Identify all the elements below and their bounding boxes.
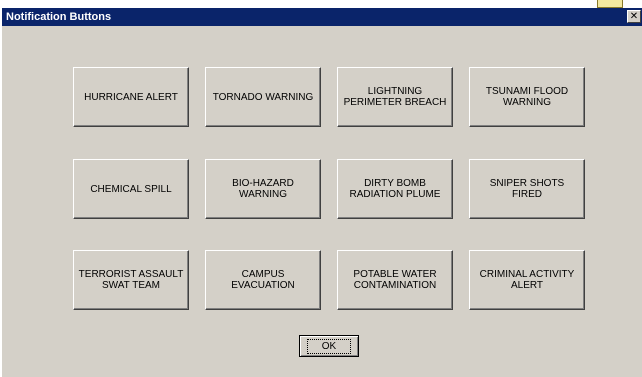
chemical-spill-button[interactable]: CHEMICAL SPILL [73, 159, 189, 219]
hurricane-alert-button[interactable]: HURRICANE ALERT [73, 67, 189, 127]
ok-button[interactable]: OK [299, 335, 359, 357]
title-bar[interactable]: Notification Buttons ✕ [2, 8, 642, 26]
close-button[interactable]: ✕ [627, 10, 641, 23]
tornado-warning-button[interactable]: TORNADO WARNING [205, 67, 321, 127]
background-window-edge [597, 0, 623, 8]
close-icon: ✕ [629, 10, 639, 22]
window-title: Notification Buttons [6, 11, 112, 23]
terrorist-assault-swat-team-button[interactable]: TERRORIST ASSAULT SWAT TEAM [73, 250, 189, 310]
campus-evacuation-button[interactable]: CAMPUS EVACUATION [205, 250, 321, 310]
bio-hazard-warning-button[interactable]: BIO-HAZARD WARNING [205, 159, 321, 219]
criminal-activity-alert-button[interactable]: CRIMINAL ACTIVITY ALERT [469, 250, 585, 310]
sniper-shots-fired-button[interactable]: SNIPER SHOTS FIRED [469, 159, 585, 219]
dirty-bomb-radiation-plume-button[interactable]: DIRTY BOMB RADIATION PLUME [337, 159, 453, 219]
desktop-background [0, 0, 642, 8]
tsunami-flood-warning-button[interactable]: TSUNAMI FLOOD WARNING [469, 67, 585, 127]
potable-water-contamination-button[interactable]: POTABLE WATER CONTAMINATION [337, 250, 453, 310]
notification-buttons-dialog: Notification Buttons ✕ HURRICANE ALERT T… [0, 8, 642, 377]
ok-button-label: OK [306, 338, 352, 354]
lightning-perimeter-breach-button[interactable]: LIGHTNING PERIMETER BREACH [337, 67, 453, 127]
